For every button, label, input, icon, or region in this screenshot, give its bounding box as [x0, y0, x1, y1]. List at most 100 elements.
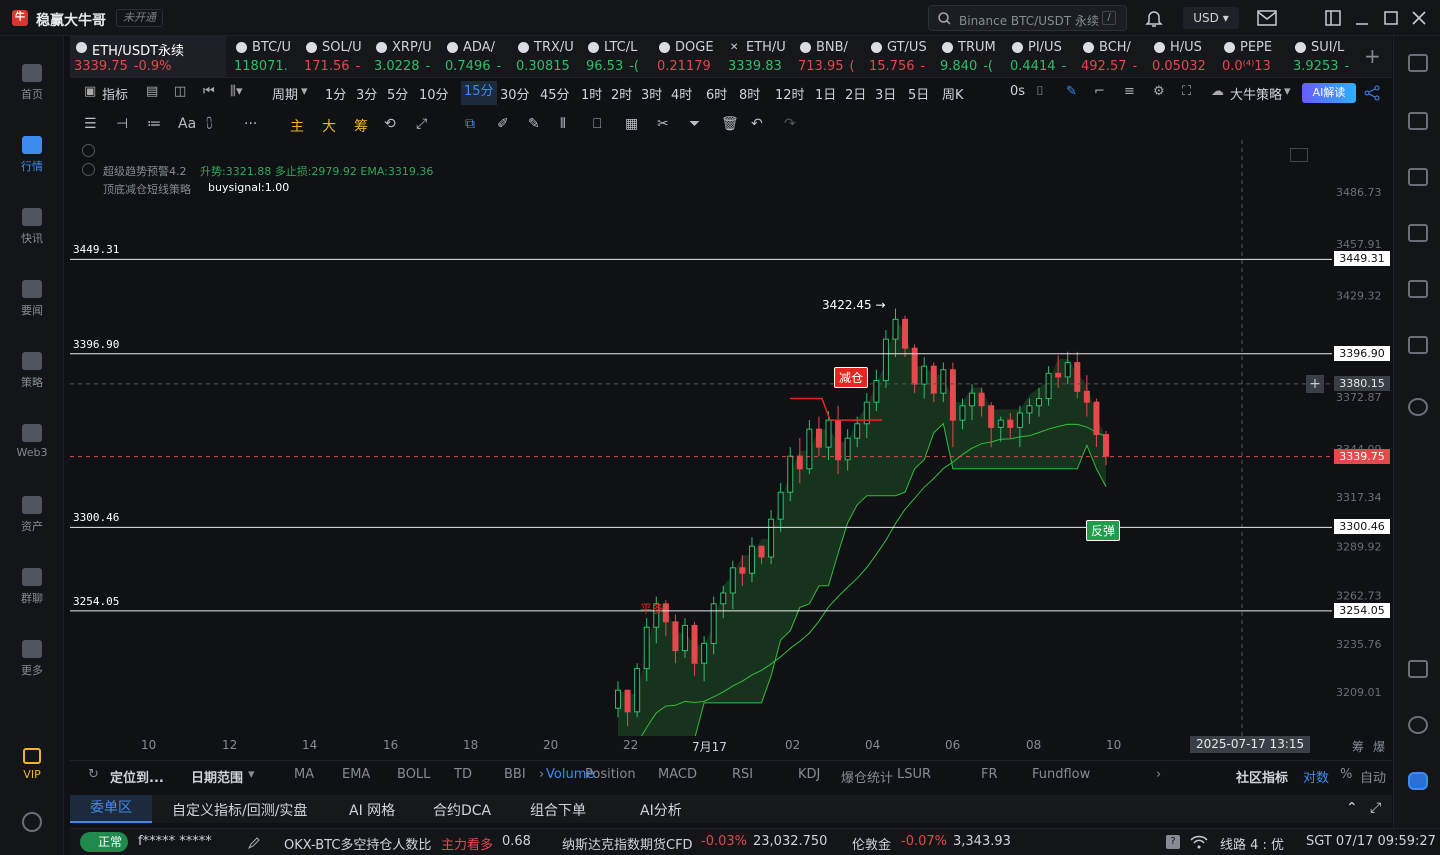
indicator-name-1[interactable]: 超级趋势预警4.2	[103, 163, 187, 179]
ticker2-name[interactable]: 纳斯达克指数期货CFD	[562, 834, 693, 853]
erase-icon[interactable]: ⤢	[416, 116, 427, 132]
sidebar-item-9[interactable]: VIP	[0, 748, 64, 781]
fib-tool-icon[interactable]: ≔	[147, 116, 161, 132]
indicator-tab-1[interactable]: EMA	[342, 767, 370, 782]
countdown-label[interactable]: 0s	[1010, 84, 1025, 99]
interval-8[interactable]: 2时	[611, 84, 632, 103]
undo-icon[interactable]: ↶	[751, 116, 763, 132]
tab-16[interactable]: SUI/L 3.9253-	[1289, 36, 1359, 78]
sidebar-item-6[interactable]: 资产	[0, 496, 64, 534]
filter-icon[interactable]: ⏷	[689, 116, 700, 132]
collapse-icon[interactable]	[82, 144, 95, 157]
strategy-button[interactable]: 大牛策略	[1230, 84, 1282, 103]
chart-canvas[interactable]: 3486.733457.913429.323372.873344.093317.…	[70, 140, 1392, 736]
fullscreen-icon[interactable]	[1290, 148, 1308, 162]
indicator-tab-10[interactable]: 爆仓统计	[841, 767, 893, 786]
tab-6[interactable]: LTC/L 96.53 -(	[582, 36, 651, 78]
axis-chip-b[interactable]: 爆	[1373, 738, 1385, 755]
locate-button[interactable]: 定位到...	[110, 767, 164, 786]
interval-6[interactable]: 45分	[540, 84, 570, 103]
cloud-icon[interactable]: ☁	[1211, 84, 1224, 99]
sidebar-item-3[interactable]: 要闻	[0, 280, 64, 318]
tab-4[interactable]: ADA/0.7496-	[441, 36, 510, 78]
tab-5[interactable]: TRX/U 0.30815	[512, 36, 580, 78]
gear-icon[interactable]: ⚙	[1153, 84, 1165, 99]
minimize-icon[interactable]	[1355, 10, 1369, 26]
sidebar-item-7[interactable]: 群聊	[0, 568, 64, 606]
auto-scale-toggle[interactable]: 自动	[1360, 767, 1386, 786]
order-tab-4[interactable]: 组合下单	[530, 800, 586, 820]
tab-15[interactable]: PEPE 0.0⁽⁴⁾13	[1218, 36, 1287, 78]
sidebar-item-1[interactable]: 行情	[0, 136, 64, 174]
percent-toggle[interactable]: %	[1340, 767, 1352, 782]
layout-grid-icon[interactable]: ◫	[174, 84, 186, 99]
main-chip[interactable]: 主	[290, 116, 304, 136]
interval-0[interactable]: 1分	[325, 84, 346, 103]
share-icon[interactable]	[1364, 85, 1380, 101]
sidebar-item-5[interactable]: Web3	[0, 424, 64, 459]
interval-3[interactable]: 10分	[419, 84, 449, 103]
indicator-icon[interactable]: ▣	[84, 84, 96, 99]
period-button[interactable]: 周期	[272, 84, 298, 103]
lock-icon[interactable]: ⎕	[593, 116, 601, 132]
maximize-icon[interactable]	[1384, 11, 1398, 25]
camera-icon[interactable]: ⌷	[1036, 84, 1044, 99]
ticker3-name[interactable]: 伦敦金	[852, 834, 891, 853]
tab-9[interactable]: BNB/713.95 (	[794, 36, 863, 78]
search-input[interactable]: Binance BTC/USDT 永续 /	[928, 5, 1127, 31]
interval-16[interactable]: 3日	[875, 84, 896, 103]
trash-icon[interactable]: 🗑	[721, 116, 739, 132]
indicator-tab-0[interactable]: MA	[294, 767, 314, 782]
ai-explain-button[interactable]: AI解读	[1302, 83, 1356, 103]
collapse-panel-icon[interactable]: ⌃	[1346, 800, 1358, 816]
tab-2[interactable]: SOL/U 171.56-	[300, 36, 368, 78]
tab-1[interactable]: BTC/U 118071.	[230, 36, 298, 78]
indicator-tab-13[interactable]: Fundflow	[1032, 767, 1090, 782]
card-icon[interactable]	[1408, 336, 1428, 354]
indicator-tab-6[interactable]: Position	[585, 767, 636, 782]
list-icon[interactable]	[1408, 54, 1428, 72]
more-tools-icon[interactable]: ···	[244, 116, 257, 132]
indicator-tab-3[interactable]: TD	[454, 767, 472, 782]
calendar-icon[interactable]: ▤	[146, 84, 158, 99]
order-tab-3[interactable]: 合约DCA	[433, 800, 491, 820]
scroll-right-icon-2[interactable]: ›	[1156, 767, 1161, 782]
date-range-button[interactable]: 日期范围	[191, 767, 243, 786]
close-icon[interactable]	[1412, 11, 1426, 25]
log-scale-toggle[interactable]: 对数	[1303, 767, 1329, 786]
interval-11[interactable]: 6时	[706, 84, 727, 103]
interval-7[interactable]: 1时	[581, 84, 602, 103]
interval-13[interactable]: 12时	[775, 84, 805, 103]
indicator-button[interactable]: 指标	[102, 84, 128, 103]
interval-9[interactable]: 3时	[641, 84, 662, 103]
network-line[interactable]: 线路 4 : 优	[1220, 834, 1284, 853]
popout-icon[interactable]	[1325, 10, 1341, 26]
candle-type-icon[interactable]: ⫼▾	[230, 84, 243, 99]
tab-12[interactable]: PI/US 0.4414-	[1006, 36, 1075, 78]
assistant-bot-icon[interactable]	[1408, 772, 1428, 790]
indicator-tab-12[interactable]: FR	[981, 767, 998, 782]
scroll-right-icon[interactable]: ›	[539, 767, 544, 782]
add-alert-icon[interactable]: +	[1306, 374, 1324, 393]
interval-18[interactable]: 周K	[942, 84, 964, 103]
headset-icon[interactable]	[1408, 716, 1428, 734]
candle-icon[interactable]: ⫴	[560, 116, 566, 132]
order-tab-0[interactable]: 委单区	[70, 795, 152, 823]
redo-icon[interactable]: ↷	[784, 116, 796, 132]
bell-icon[interactable]	[1145, 9, 1163, 27]
date-range-chevron-icon[interactable]: ▾	[248, 767, 255, 782]
indicator-tab-4[interactable]: BBI	[504, 767, 526, 782]
tab-7[interactable]: DOGE 0.21179	[653, 36, 722, 78]
mail-icon[interactable]	[1257, 10, 1277, 26]
note-icon[interactable]: ▦	[625, 116, 638, 132]
brush-icon[interactable]: ✐	[497, 116, 509, 132]
locate-icon[interactable]: ↻	[88, 767, 99, 782]
tab-14[interactable]: H/US 0.05032	[1148, 36, 1216, 78]
status-badge[interactable]: 未开通	[116, 9, 163, 27]
tab-3[interactable]: XRP/U 3.0228-	[370, 36, 439, 78]
price-chart[interactable]: 3486.733457.913429.323372.873344.093317.…	[70, 140, 1392, 736]
order-tab-5[interactable]: AI分析	[640, 800, 682, 820]
cut-icon[interactable]: ✂	[657, 116, 669, 132]
interval-4[interactable]: 15分	[461, 81, 497, 105]
expand-icon[interactable]	[82, 163, 95, 176]
